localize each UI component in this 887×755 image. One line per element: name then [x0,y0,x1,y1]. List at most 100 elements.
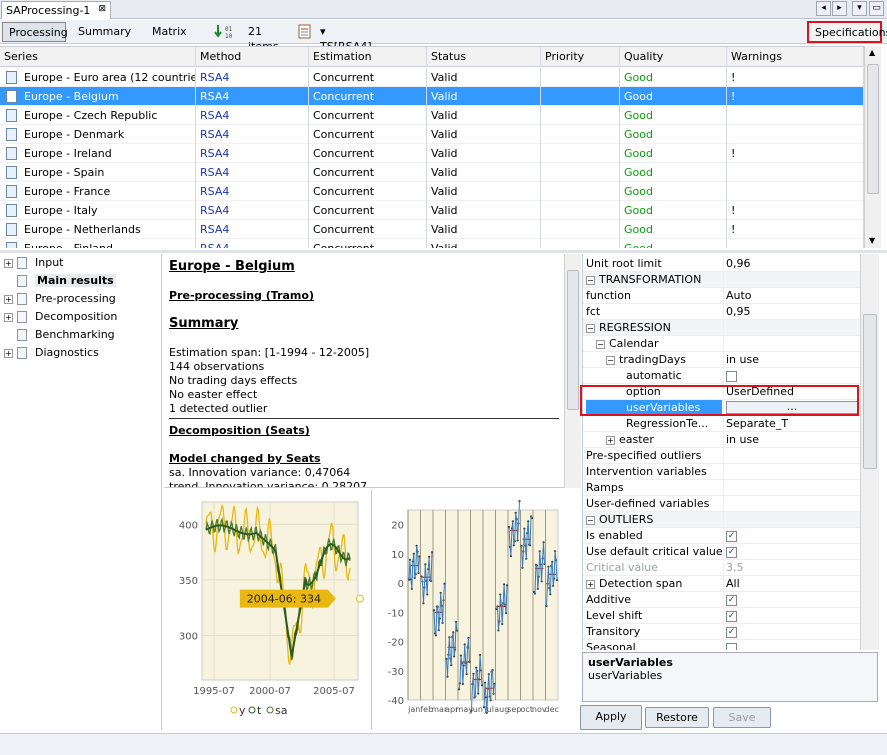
table-row[interactable]: Europe - Netherlands RSA4 Concurrent Valid G… [0,220,864,239]
property-row[interactable]: − Calendar [583,336,860,352]
property-row[interactable]: automatic [583,368,860,384]
props-scrollbar[interactable] [860,254,879,650]
property-row[interactable]: RegressionTe... Separate_T [583,416,860,432]
table-row[interactable]: Europe - Spain RSA4 Concurrent Valid Good [0,163,864,182]
property-row[interactable]: fct 0,95 [583,304,860,320]
property-row[interactable]: − TRANSFORMATION [583,272,860,288]
column-header[interactable]: Quality [620,47,727,66]
property-row[interactable]: Intervention variables [583,464,860,480]
checkbox[interactable]: ✓ [726,530,737,542]
collapse-icon[interactable]: − [586,323,595,333]
property-value[interactable] [723,496,859,512]
scroll-thumb[interactable] [867,64,879,194]
table-row[interactable]: Europe - Denmark RSA4 Concurrent Valid Good [0,125,864,144]
table-row[interactable]: Europe - Italy RSA4 Concurrent Valid Good! [0,201,864,220]
property-value[interactable]: in use [723,352,859,368]
expand-icon[interactable]: + [4,312,13,322]
tree-node-main-results[interactable]: +Main results [4,272,116,290]
expand-icon[interactable]: + [4,258,13,268]
column-header[interactable]: Status [427,47,541,66]
scroll-right-icon[interactable]: ▸ [832,1,847,16]
checkbox[interactable]: ✓ [726,626,737,638]
tab-summary[interactable]: Summary [72,22,132,42]
tab-processing[interactable]: Processing [2,22,68,42]
collapse-icon[interactable]: − [586,515,595,525]
restore-button[interactable]: Restore [645,707,709,728]
sort-icon[interactable]: 01 10 [214,23,236,41]
scroll-up-icon[interactable]: ▲ [869,48,875,57]
property-value[interactable] [723,480,859,496]
property-row[interactable]: Seasonal [583,640,860,650]
property-value[interactable]: 0,95 [723,304,859,320]
property-row[interactable]: + Detection span All [583,576,860,592]
collapse-icon[interactable]: − [606,355,615,365]
collapse-icon[interactable]: − [596,339,605,349]
property-value[interactable] [723,368,859,384]
column-header[interactable]: Priority [541,47,620,66]
dropdown-icon[interactable]: ▾ [852,1,867,16]
property-value[interactable]: Separate_T [723,416,859,432]
property-value[interactable]: All [723,576,859,592]
property-row[interactable]: Transitory ✓ [583,624,860,640]
property-value[interactable] [723,640,859,650]
checkbox[interactable] [726,370,737,382]
scroll-left-icon[interactable]: ◂ [816,1,831,16]
tree-node-diagnostics[interactable]: + Diagnostics [4,344,99,362]
specifications-button[interactable]: Specifications [807,21,887,43]
table-row[interactable]: Europe - France RSA4 Concurrent Valid Good [0,182,864,201]
apply-button[interactable]: Apply [580,705,642,730]
property-value[interactable]: ✓ [723,528,859,544]
property-row[interactable]: Ramps [583,480,860,496]
close-tab-icon[interactable]: ⊠ [98,4,106,14]
expand-icon[interactable]: + [4,348,13,358]
property-row[interactable]: Additive ✓ [583,592,860,608]
property-value[interactable] [723,336,859,352]
spec-doc-icon[interactable] [298,24,312,40]
column-header[interactable]: Estimation [309,47,427,66]
checkbox[interactable] [726,642,737,650]
checkbox[interactable]: ✓ [726,546,737,558]
checkbox[interactable]: ✓ [726,610,737,622]
table-scrollbar[interactable]: ▲ ▼ [864,46,881,248]
column-header[interactable]: Method [196,47,309,66]
scroll-thumb[interactable] [567,270,579,410]
checkbox[interactable]: ✓ [726,594,737,606]
property-value[interactable]: ✓ [723,592,859,608]
property-row[interactable]: Critical value 3,5 [583,560,860,576]
property-row[interactable]: − REGRESSION [583,320,860,336]
minimize-icon[interactable]: ▭ [869,1,884,16]
property-value[interactable]: in use [723,432,859,448]
tree-node-input[interactable]: + Input [4,254,63,272]
column-header[interactable]: Series [0,47,196,66]
document-tab[interactable]: SAProcessing-1 ⊠ [1,1,111,19]
property-row[interactable]: User-defined variables [583,496,860,512]
property-value[interactable]: Auto [723,288,859,304]
tree-node-benchmarking[interactable]: +Benchmarking [4,326,115,344]
table-row[interactable]: Europe - Euro area (12 countries) RSA4 Con… [0,68,864,87]
table-row[interactable]: Europe - Belgium RSA4 Concurrent Valid Good! [0,87,864,106]
table-row[interactable]: Europe - Ireland RSA4 Concurrent Valid Good! [0,144,864,163]
collapse-icon[interactable]: − [586,275,595,285]
property-row[interactable]: Pre-specified outliers [583,448,860,464]
property-row[interactable]: + easter in use [583,432,860,448]
property-value[interactable] [723,512,859,528]
save-button[interactable]: Save [713,707,771,728]
splitter[interactable] [0,250,887,253]
property-value[interactable]: ✓ [723,608,859,624]
tree-node-pre-processing[interactable]: + Pre-processing [4,290,116,308]
table-row[interactable]: Europe - FinlandRSA4ConcurrentValid Good [0,239,864,248]
property-value[interactable]: ✓ [723,624,859,640]
table-row[interactable]: Europe - Czech Republic RSA4 Concurrent Val… [0,106,864,125]
property-value[interactable]: 0,96 [723,256,859,272]
property-row[interactable]: function Auto [583,288,860,304]
property-row[interactable]: Is enabled ✓ [583,528,860,544]
tree-node-decomposition[interactable]: + Decomposition [4,308,117,326]
property-value[interactable]: ✓ [723,544,859,560]
property-row[interactable]: Unit root limit 0,96 [583,256,860,272]
property-value[interactable] [723,272,859,288]
scroll-thumb[interactable] [863,314,877,469]
property-row[interactable]: Use default critical value ✓ [583,544,860,560]
report-scrollbar[interactable] [564,254,581,488]
property-value[interactable] [723,448,859,464]
scroll-down-icon[interactable]: ▼ [869,236,875,245]
